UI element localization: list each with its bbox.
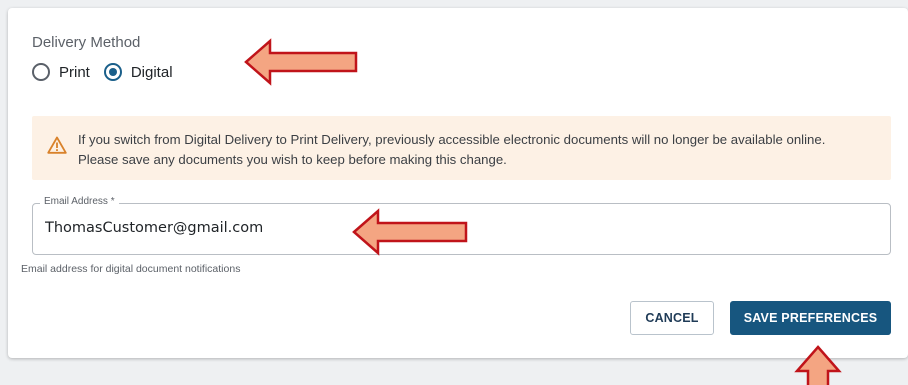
save-preferences-button[interactable]: SAVE PREFERENCES <box>730 301 891 335</box>
email-field: Email Address * <box>32 195 891 255</box>
radio-digital-circle[interactable] <box>103 63 122 81</box>
warning-message: If you switch from Digital Delivery to P… <box>78 130 878 170</box>
warning-triangle-icon <box>47 136 67 154</box>
radio-digital[interactable]: Digital <box>103 63 173 81</box>
radio-print[interactable]: Print <box>32 63 90 81</box>
email-input[interactable] <box>45 216 865 240</box>
warning-line-1: If you switch from Digital Delivery to P… <box>78 132 826 147</box>
radio-print-label[interactable]: Print <box>59 64 90 81</box>
email-helper-text: Email address for digital document notif… <box>21 263 241 275</box>
preferences-card: Delivery Method Print Digital If you swi… <box>8 8 908 358</box>
delivery-method-radio-group: Print Digital <box>32 63 187 81</box>
warning-line-2: Please save any documents you wish to ke… <box>78 152 507 167</box>
warning-banner: If you switch from Digital Delivery to P… <box>32 116 891 180</box>
radio-print-circle[interactable] <box>32 63 50 81</box>
email-field-label: Email Address * <box>40 195 119 209</box>
delivery-method-label: Delivery Method <box>32 34 141 51</box>
cancel-button[interactable]: CANCEL <box>630 301 714 335</box>
radio-digital-label[interactable]: Digital <box>131 64 173 81</box>
